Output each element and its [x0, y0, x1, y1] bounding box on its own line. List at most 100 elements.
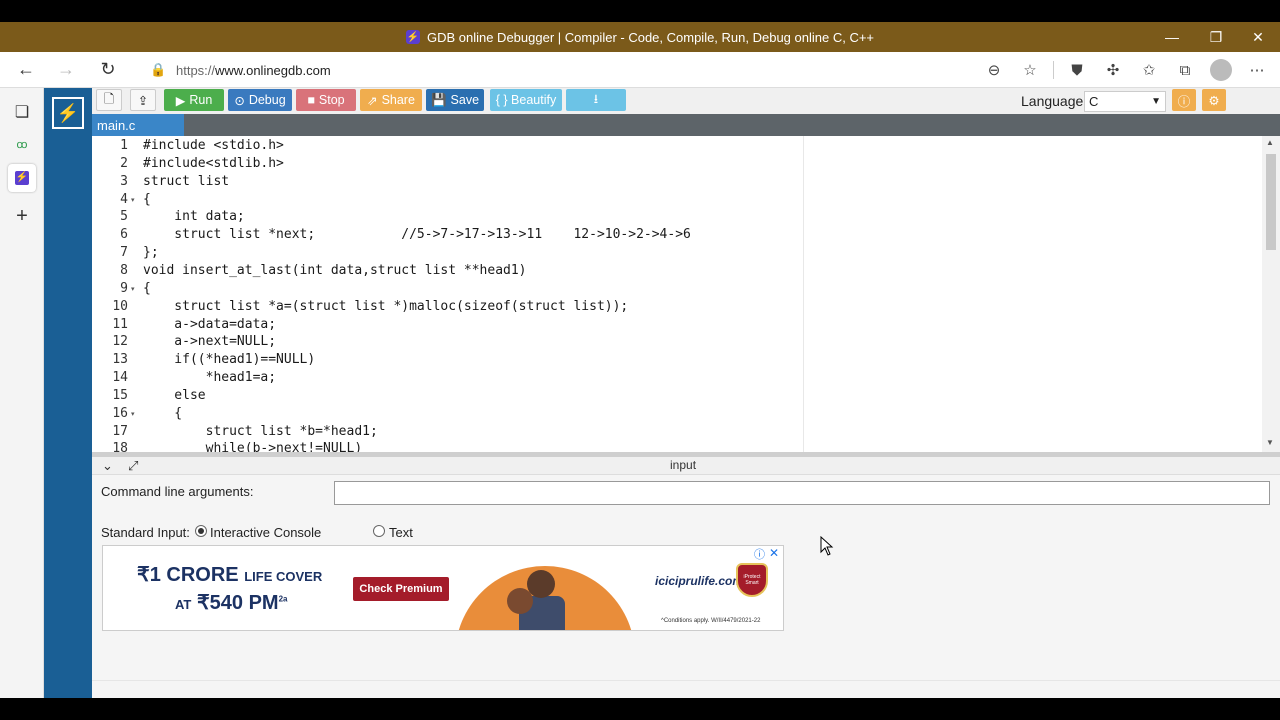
interactive-console-label[interactable]: Interactive Console — [210, 525, 321, 540]
settings-button[interactable]: ⚙ — [1202, 89, 1226, 111]
window-title: GDB online Debugger | Compiler - Code, C… — [426, 29, 875, 45]
save-button[interactable]: 💾 Save — [426, 89, 484, 111]
ad-family-image — [455, 566, 635, 630]
check-premium-button[interactable]: Check Premium — [353, 577, 449, 601]
language-select[interactable]: C ▼ — [1084, 91, 1166, 112]
input-panel: ⌄ ⤢ input Command line arguments: Standa… — [92, 457, 1280, 698]
favorites-icon[interactable]: ✩ — [1136, 57, 1162, 83]
play-icon: ▶ — [175, 93, 186, 108]
line-number: 2 — [120, 155, 128, 171]
share-button[interactable]: ⇗ Share — [360, 89, 422, 111]
code-line: struct list *b=*head1; — [143, 423, 378, 439]
mouse-cursor-icon — [820, 536, 834, 556]
ad-brand: iciciprulife.com — [655, 574, 744, 588]
scroll-down-icon[interactable]: ▼ — [1266, 438, 1274, 447]
gear-icon: ⚙ — [1208, 93, 1220, 108]
code-line: struct list *a=(struct list *)malloc(siz… — [143, 298, 629, 314]
debug-icon: ⊙ — [234, 93, 245, 108]
back-icon[interactable]: ← — [6, 52, 46, 88]
interactive-console-radio[interactable] — [195, 525, 207, 537]
onlinegdb-tab-icon[interactable]: ⚡ — [8, 164, 36, 192]
line-number: 6 — [120, 227, 128, 243]
minimize-icon[interactable]: — — [1150, 22, 1194, 52]
upload-icon[interactable]: ⇪ — [130, 89, 156, 111]
debug-button[interactable]: ⊙ Debug — [228, 89, 292, 111]
line-number: 5 — [120, 209, 128, 225]
line-number: 14 — [112, 370, 128, 386]
profile-avatar[interactable] — [1208, 57, 1234, 83]
code-line: void insert_at_last(int data,struct list… — [143, 262, 527, 278]
expand-icon[interactable]: ⤢ — [128, 458, 138, 474]
code-line: int data; — [143, 209, 245, 225]
info-icon: ⓘ — [1177, 94, 1191, 109]
collections-icon[interactable]: ⧉ — [1172, 57, 1198, 83]
input-panel-title: input — [670, 458, 697, 472]
info-button[interactable]: ⓘ — [1172, 89, 1196, 111]
ad-badge: iProtect Smart — [736, 563, 768, 597]
window-title-bar: ⚡ GDB online Debugger | Compiler - Code,… — [0, 22, 1280, 52]
language-label: Language — [1021, 93, 1084, 109]
advertisement-banner[interactable]: ₹1 CRORE LIFE COVER AT ₹540 PM2a Check P… — [102, 545, 784, 631]
tabs-icon[interactable]: ❏ — [8, 98, 36, 126]
extensions-icon[interactable]: ✣ — [1100, 57, 1126, 83]
code-line: { — [143, 191, 151, 207]
gdb-logo-icon[interactable]: ⚡ — [52, 97, 84, 129]
separator — [1053, 61, 1054, 79]
download-button[interactable]: ⭳ — [566, 89, 626, 111]
fold-toggle-icon[interactable]: ▾ — [131, 196, 135, 204]
text-radio[interactable] — [373, 525, 385, 537]
restore-icon[interactable]: ❐ — [1194, 22, 1238, 52]
add-favorite-icon[interactable]: ☆ — [1017, 57, 1043, 83]
run-button[interactable]: ▶ Run — [164, 89, 224, 111]
chevron-down-icon: ▼ — [1151, 96, 1161, 107]
tab-main-c[interactable]: main.c — [92, 114, 184, 136]
file-tab-bar: main.c — [92, 114, 1280, 136]
more-menu-icon[interactable]: ⋯ — [1244, 57, 1270, 83]
scrollbar-thumb[interactable] — [1266, 154, 1276, 250]
fold-toggle-icon[interactable]: ▾ — [131, 285, 135, 293]
line-number: 16 — [112, 405, 128, 421]
reload-icon[interactable]: ↻ — [88, 52, 128, 88]
shield-extension-icon[interactable]: ⛊ — [1064, 57, 1090, 83]
scroll-up-icon[interactable]: ▲ — [1266, 138, 1274, 147]
line-number: 3 — [120, 173, 128, 189]
editor-scrollbar[interactable]: ▲ ▼ — [1262, 136, 1280, 452]
fold-toggle-icon[interactable]: ▾ — [131, 410, 135, 418]
zoom-out-icon[interactable]: ⊖ — [981, 57, 1007, 83]
code-line: #include <stdio.h> — [143, 138, 284, 153]
code-editor[interactable]: 1 2 3 4 ▾ 5 6 7 8 9 ▾ 10 11 12 13 14 15 16 ▾ 17 18 ▲ ▼ #incl… — [92, 136, 1280, 452]
line-number: 12 — [112, 334, 128, 350]
url-scheme: https:// — [176, 62, 216, 78]
add-tab-icon[interactable]: + — [8, 202, 36, 230]
line-number-gutter: 1 2 3 4 ▾ 5 6 7 8 9 ▾ 10 11 12 13 14 15 16 ▾ 17 18 — [92, 136, 140, 452]
cmd-args-input[interactable] — [334, 481, 1270, 505]
address-bar[interactable]: 🔒 https://www.onlinegdb.com — [138, 56, 938, 84]
code-line: #include<stdlib.h> — [143, 155, 284, 171]
line-number: 8 — [120, 262, 128, 278]
browser-toolbar: ← → ↻ 🔒 https://www.onlinegdb.com ⊖ ☆ ⛊ … — [0, 52, 1280, 88]
ad-fine-print: ^Conditions apply. W/II/4479/2021-22 — [661, 618, 761, 624]
forward-icon[interactable]: → — [46, 52, 86, 88]
beautify-button[interactable]: { } Beautify — [490, 89, 562, 111]
screen: ⚡ GDB online Debugger | Compiler - Code,… — [0, 0, 1280, 720]
ad-headline-2: AT ₹540 PM2a — [175, 592, 288, 614]
save-icon: 💾 — [430, 92, 447, 107]
line-number: 4 — [120, 191, 128, 207]
code-line: { — [143, 280, 151, 296]
code-line: struct list — [143, 173, 230, 189]
code-line: if((*head1)==NULL) — [143, 352, 316, 368]
stdin-label: Standard Input: — [101, 525, 190, 540]
cmd-args-label: Command line arguments: — [101, 484, 254, 499]
close-window-icon[interactable]: ✕ — [1236, 22, 1280, 52]
collapse-icon[interactable]: ⌄ — [102, 458, 113, 474]
divider — [92, 680, 1280, 681]
code-line: { — [143, 405, 183, 421]
stop-button[interactable]: ■ Stop — [296, 89, 356, 111]
ad-close-icon[interactable]: ✕ — [769, 546, 779, 560]
print-margin — [803, 136, 804, 452]
ad-info-icon[interactable]: ⓘ — [754, 546, 765, 562]
new-file-icon[interactable]: 🗋 — [96, 89, 122, 111]
extension-icon[interactable]: ꝏ — [8, 130, 36, 158]
text-option-label[interactable]: Text — [389, 525, 413, 540]
download-icon: ⭳ — [593, 91, 599, 106]
